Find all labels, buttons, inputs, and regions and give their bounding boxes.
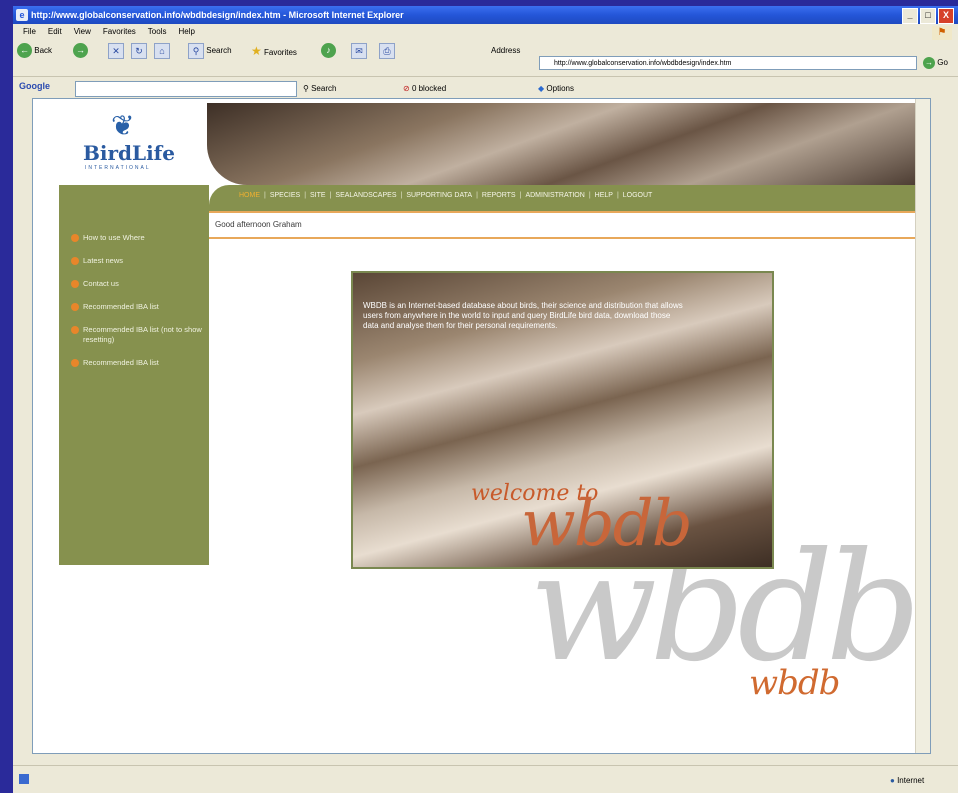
- forward-button[interactable]: →: [73, 43, 88, 59]
- greeting-row: Good afternoon Graham: [209, 211, 922, 239]
- nav-administration[interactable]: ADMINISTRATION: [525, 192, 584, 199]
- nav-site[interactable]: SITE: [310, 192, 326, 199]
- nav-help[interactable]: HELP: [595, 192, 613, 199]
- favorites-button[interactable]: ★ Favorites: [251, 43, 297, 59]
- bullet-icon: [71, 257, 79, 265]
- google-search-button[interactable]: ⚲ Search: [303, 81, 336, 97]
- home-button[interactable]: ⌂: [154, 43, 170, 59]
- print-button[interactable]: ⎙: [379, 43, 395, 59]
- page-icon: [19, 774, 29, 784]
- back-button[interactable]: ← Back: [17, 43, 52, 59]
- main-nav: HOME | SPECIES | SITE | SEALANDSCAPES | SUPP…: [209, 185, 922, 211]
- star-icon: ★: [251, 44, 262, 58]
- sidebar-menu: How to use Where Latest news Contact us …: [71, 233, 205, 381]
- close-button[interactable]: X: [938, 8, 954, 24]
- window-title: http://www.globalconservation.info/wbdbd…: [31, 10, 404, 20]
- search-icon: ⚲: [303, 84, 309, 93]
- search-icon: ⚲: [188, 43, 204, 59]
- options-icon: ◆: [538, 84, 545, 93]
- nav-reports[interactable]: REPORTS: [482, 192, 516, 199]
- address-input[interactable]: http://www.globalconservation.info/wbdbd…: [539, 56, 917, 70]
- birdlife-logo[interactable]: ❦ BirdLife INTERNATIONAL: [59, 103, 209, 185]
- sidebar-item-how-to-use[interactable]: How to use Where: [71, 233, 205, 243]
- page-viewport: ❦ BirdLife INTERNATIONAL HOME | SPECIES | …: [32, 98, 931, 754]
- go-button[interactable]: → Go: [923, 56, 948, 70]
- bird-icon: ❦: [111, 110, 135, 141]
- blocked-icon: ⊘: [403, 84, 410, 93]
- minimize-button[interactable]: _: [902, 8, 918, 24]
- google-toolbar: Google ⚲ Search ⊘ 0 blocked ◆ Options: [13, 76, 958, 99]
- back-arrow-icon: ←: [17, 43, 32, 59]
- mail-button[interactable]: ✉: [351, 43, 367, 59]
- sidebar-item-latest-news[interactable]: Latest news: [71, 256, 205, 266]
- nav-supporting-data[interactable]: SUPPORTING DATA: [406, 192, 472, 199]
- windows-logo-icon: ⚑: [932, 26, 952, 40]
- forward-arrow-icon: →: [73, 43, 88, 59]
- google-logo[interactable]: Google: [19, 81, 50, 91]
- sidebar-item-iba-list-2[interactable]: Recommended IBA list: [71, 358, 205, 368]
- refresh-button[interactable]: ↻: [131, 43, 147, 59]
- menu-favorites[interactable]: Favorites: [103, 24, 136, 40]
- nav-logout[interactable]: LOGOUT: [623, 192, 653, 199]
- greeting-text: Good afternoon Graham: [215, 220, 302, 229]
- welcome-banner: WBDB is an Internet-based database about…: [351, 271, 774, 569]
- browser-window: e http://www.globalconservation.info/wbd…: [13, 6, 958, 793]
- search-button[interactable]: ⚲ Search: [188, 43, 232, 59]
- nav-species[interactable]: SPECIES: [270, 192, 300, 199]
- menu-bar: File Edit View Favorites Tools Help: [13, 24, 958, 40]
- header-feather-image: [207, 103, 922, 185]
- menu-help[interactable]: Help: [178, 24, 194, 40]
- menu-edit[interactable]: Edit: [48, 24, 62, 40]
- sidebar-item-iba-list-no-reset[interactable]: Recommended IBA list (not to show resett…: [71, 325, 205, 345]
- home-icon: ⌂: [154, 43, 170, 59]
- go-arrow-icon: →: [923, 56, 935, 69]
- menu-file[interactable]: File: [23, 24, 36, 40]
- stop-button[interactable]: ✕: [108, 43, 124, 59]
- nav-home[interactable]: HOME: [239, 192, 260, 199]
- bullet-icon: [71, 234, 79, 242]
- maximize-button[interactable]: □: [920, 8, 936, 24]
- ie-icon: e: [16, 9, 28, 21]
- globe-icon: ●: [890, 776, 895, 785]
- wbdb-watermark-small: wbdb: [749, 663, 840, 703]
- security-zone: ● Internet: [890, 776, 925, 785]
- nav-sealandscapes[interactable]: SEALANDSCAPES: [335, 192, 396, 199]
- bullet-icon: [71, 280, 79, 288]
- bullet-icon: [71, 359, 79, 367]
- sidebar-item-contact-us[interactable]: Contact us: [71, 279, 205, 289]
- print-icon: ⎙: [379, 43, 395, 59]
- address-label: Address: [491, 46, 521, 55]
- menu-tools[interactable]: Tools: [148, 24, 167, 40]
- page-frame: ❦ BirdLife INTERNATIONAL HOME | SPECIES | …: [59, 103, 922, 751]
- stop-icon: ✕: [108, 43, 124, 59]
- status-bar: ● Internet: [13, 765, 958, 793]
- welcome-wbdb-logo: wbdb: [521, 487, 693, 561]
- bullet-icon: [71, 326, 79, 334]
- mail-icon: ✉: [351, 43, 367, 59]
- title-bar: e http://www.globalconservation.info/wbd…: [13, 6, 958, 24]
- menu-view[interactable]: View: [74, 24, 91, 40]
- google-search-input[interactable]: [75, 81, 297, 97]
- bullet-icon: [71, 303, 79, 311]
- welcome-description: WBDB is an Internet-based database about…: [363, 301, 683, 330]
- vertical-scrollbar[interactable]: [915, 99, 930, 753]
- popup-blocker[interactable]: ⊘ 0 blocked: [403, 81, 446, 97]
- media-button[interactable]: ♪: [321, 43, 336, 59]
- sidebar-item-iba-list[interactable]: Recommended IBA list: [71, 302, 205, 312]
- refresh-icon: ↻: [131, 43, 147, 59]
- google-options[interactable]: ◆ Options: [538, 81, 574, 97]
- media-icon: ♪: [321, 43, 336, 59]
